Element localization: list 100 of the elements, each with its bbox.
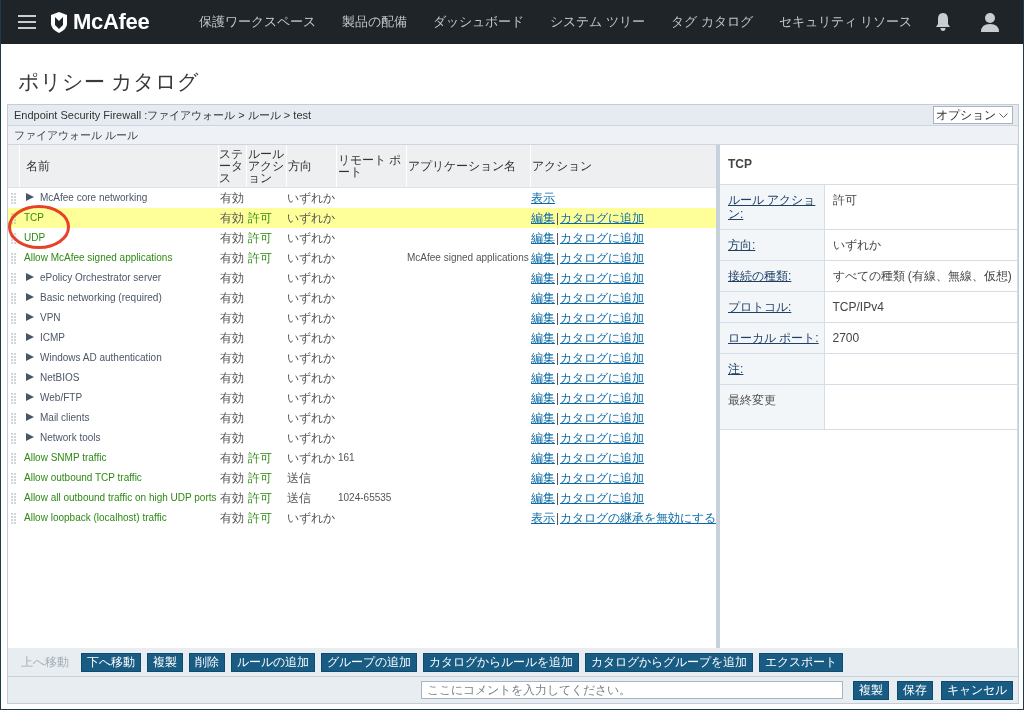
property-link[interactable]: 接続の種類: [728,269,792,283]
table-row[interactable]: Allow outbound TCP traffic 有効 許可 送信 編集 カタログに追加 [8,468,716,488]
drag-handle-icon[interactable] [11,432,16,444]
toolbar-button[interactable]: カタログからグループを追加 [585,652,753,672]
footer-button[interactable]: 複製 [853,680,889,700]
action-link[interactable]: 編集 [531,251,555,265]
drag-handle-icon[interactable] [11,332,16,344]
action-link[interactable]: カタログに追加 [560,251,644,265]
nav-link[interactable]: タグ カタログ [671,13,753,31]
column-header[interactable]: 方向 [286,145,336,188]
drag-handle-icon[interactable] [11,512,16,524]
expand-arrow-icon[interactable] [26,413,34,422]
expand-arrow-icon[interactable] [26,433,34,442]
action-link[interactable]: 編集 [531,271,555,285]
action-link[interactable]: カタログに追加 [560,451,644,465]
drag-handle-icon[interactable] [11,472,16,484]
nav-link[interactable]: システム ツリー [550,13,646,31]
table-row[interactable]: Mail clients 有効 いずれか 編集 カタログに追加 [8,408,716,428]
drag-handle-icon[interactable] [11,272,16,284]
action-link[interactable]: 編集 [531,411,555,425]
footer-button[interactable]: 保存 [897,680,933,700]
table-row[interactable]: NetBIOS 有効 いずれか 編集 カタログに追加 [8,368,716,388]
table-row[interactable]: Network tools 有効 いずれか 編集 カタログに追加 [8,428,716,448]
table-row[interactable]: Allow loopback (localhost) traffic 有効 許可 いずれか 表示 カタログの継承を無効にする [8,508,716,528]
drag-handle-icon[interactable] [11,192,16,204]
expand-arrow-icon[interactable] [26,373,34,382]
notification-bell-icon[interactable] [935,13,951,31]
action-link[interactable]: 編集 [531,211,555,225]
options-dropdown[interactable]: オプション [933,106,1013,124]
action-link[interactable]: カタログに追加 [560,471,644,485]
action-link[interactable]: カタログに追加 [560,331,644,345]
drag-handle-icon[interactable] [11,492,16,504]
action-link[interactable]: カタログに追加 [560,351,644,365]
column-header[interactable]: ステータス [218,145,246,188]
nav-link[interactable]: ダッシュボード [433,13,525,31]
action-link[interactable]: 編集 [531,351,555,365]
toolbar-button[interactable]: 複製 [147,652,183,672]
user-icon[interactable] [981,12,999,32]
action-link[interactable]: 編集 [531,431,555,445]
toolbar-button[interactable]: カタログからルールを追加 [423,652,579,672]
expand-arrow-icon[interactable] [26,313,34,322]
toolbar-button[interactable]: エクスポート [759,652,843,672]
action-link[interactable]: カタログに追加 [560,271,644,285]
action-link[interactable]: 編集 [531,371,555,385]
expand-arrow-icon[interactable] [26,293,34,302]
action-link[interactable]: 表示 [531,511,555,525]
action-link[interactable]: 編集 [531,471,555,485]
action-link[interactable]: 編集 [531,231,555,245]
action-link[interactable]: カタログに追加 [560,391,644,405]
action-link[interactable]: 編集 [531,311,555,325]
column-header[interactable]: アクション [530,145,716,188]
drag-handle-icon[interactable] [11,252,16,264]
table-row[interactable]: Allow all outbound traffic on high UDP ports 有効 許可 送信 1024-65535 編集 カタログに追加 [8,488,716,508]
action-link[interactable]: 表示 [531,191,555,205]
action-link[interactable]: 編集 [531,491,555,505]
action-link[interactable]: カタログに追加 [560,491,644,505]
toolbar-button[interactable]: ルールの追加 [231,652,315,672]
drag-handle-icon[interactable] [11,232,16,244]
expand-arrow-icon[interactable] [26,353,34,362]
footer-button[interactable]: キャンセル [941,680,1013,700]
table-row[interactable]: TCP 有効 許可 いずれか 編集 カタログに追加 [8,208,716,228]
action-link[interactable]: カタログに追加 [560,411,644,425]
drag-handle-icon[interactable] [11,452,16,464]
expand-arrow-icon[interactable] [26,273,34,282]
drag-handle-icon[interactable] [11,372,16,384]
table-row[interactable]: Windows AD authentication 有効 いずれか 編集 カタログに追加 [8,348,716,368]
action-link[interactable]: カタログに追加 [560,371,644,385]
column-header[interactable]: ルールアクション [246,145,286,188]
toolbar-button[interactable]: 削除 [189,652,225,672]
action-link[interactable]: カタログに追加 [560,211,644,225]
table-row[interactable]: VPN 有効 いずれか 編集 カタログに追加 [8,308,716,328]
action-link[interactable]: カタログに追加 [560,291,644,305]
drag-handle-icon[interactable] [11,352,16,364]
expand-arrow-icon[interactable] [26,393,34,402]
nav-link[interactable]: 製品の配備 [342,13,408,31]
property-link[interactable]: 方向: [728,238,756,252]
toolbar-button[interactable]: 下へ移動 [81,652,141,672]
nav-link[interactable]: 保護ワークスペース [199,13,317,31]
action-link[interactable]: 編集 [531,451,555,465]
shield-logo-icon[interactable] [50,11,68,33]
property-link[interactable]: プロトコル: [728,300,792,314]
drag-handle-icon[interactable] [11,312,16,324]
expand-arrow-icon[interactable] [26,333,34,342]
property-link[interactable]: 注: [728,362,744,376]
table-row[interactable]: ICMP 有効 いずれか 編集 カタログに追加 [8,328,716,348]
table-row[interactable]: McAfee core networking 有効 いずれか 表示 [8,187,716,208]
menu-icon[interactable] [18,15,36,29]
drag-handle-icon[interactable] [11,412,16,424]
table-row[interactable]: UDP 有効 許可 いずれか 編集 カタログに追加 [8,228,716,248]
table-row[interactable]: Basic networking (required) 有効 いずれか 編集 カタログに追加 [8,288,716,308]
column-header[interactable]: アプリケーション名 [406,145,530,188]
action-link[interactable]: カタログの継承を無効にする [560,511,716,525]
table-row[interactable]: Allow SNMP traffic 有効 許可 いずれか 161 編集 カタログに追加 [8,448,716,468]
column-header[interactable]: リモート ポート [336,145,406,188]
property-link[interactable]: ローカル ポート: [728,331,819,345]
table-row[interactable]: Web/FTP 有効 いずれか 編集 カタログに追加 [8,388,716,408]
table-row[interactable]: ePolicy Orchestrator server 有効 いずれか 編集 カタログに追加 [8,268,716,288]
action-link[interactable]: カタログに追加 [560,431,644,445]
action-link[interactable]: 編集 [531,331,555,345]
property-link[interactable]: ルール アクション: [728,193,824,221]
